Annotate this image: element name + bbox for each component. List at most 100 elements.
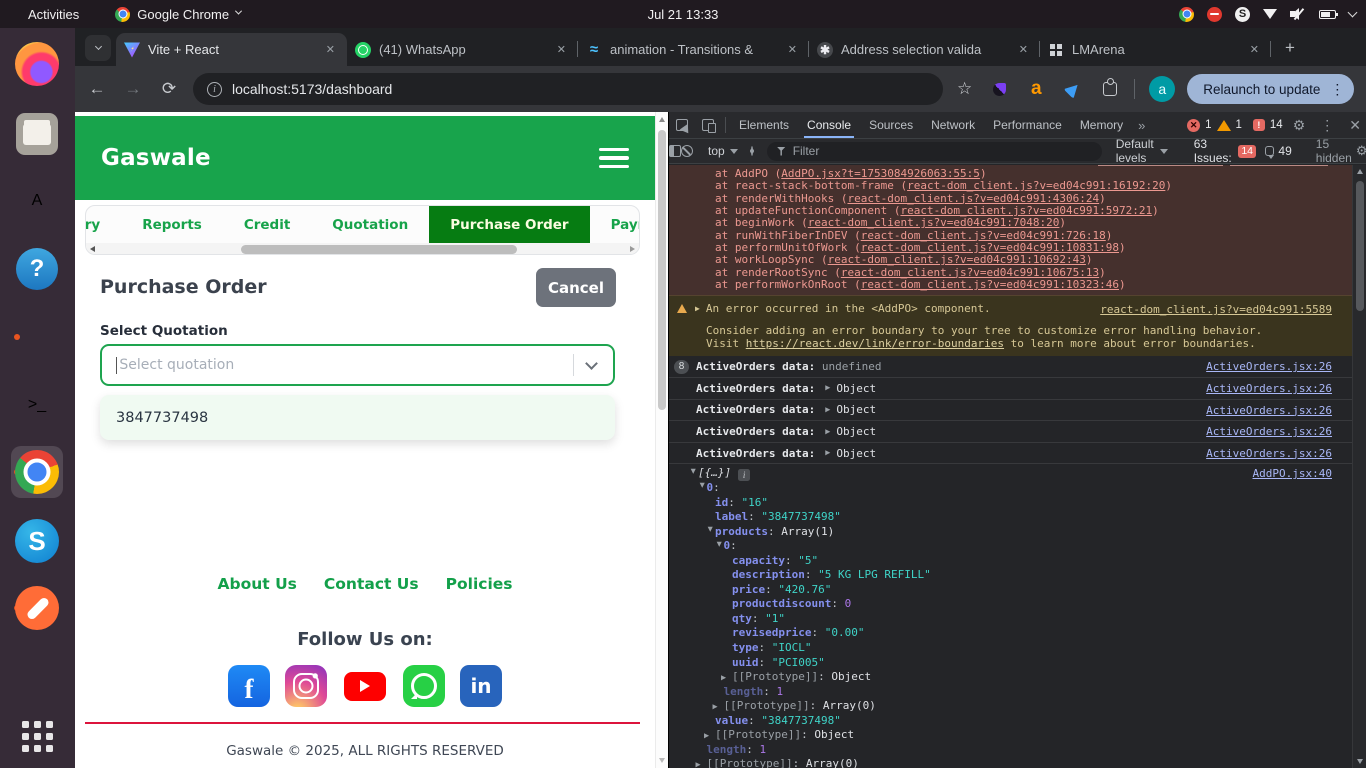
stack-source-link[interactable]: react-dom_client.js?v=ed04c991:7048:20	[808, 216, 1060, 229]
source-link[interactable]: ActiveOrders.jsx:26	[1206, 404, 1332, 417]
tree-row[interactable]: ▶products: Array(1)	[669, 525, 1353, 540]
relaunch-to-update-button[interactable]: Relaunch to update ⋮	[1187, 74, 1354, 104]
scroll-left-arrow[interactable]	[90, 246, 95, 252]
scroll-down-arrow[interactable]	[1357, 759, 1363, 764]
tree-row[interactable]: ▶0:	[669, 539, 1353, 554]
instagram-icon[interactable]	[285, 665, 327, 707]
nav-tab-tory[interactable]: tory	[85, 206, 121, 243]
stack-source-link[interactable]: react-dom_client.js?v=ed04c991:10831:98	[861, 241, 1119, 254]
dock-item-files[interactable]	[11, 108, 63, 160]
tree-row[interactable]: productdiscount: 0	[669, 597, 1353, 612]
devtools-tab-performance[interactable]: Performance	[984, 112, 1071, 138]
dock-item-help[interactable]: ?	[11, 243, 63, 295]
scrollbar-thumb[interactable]	[1356, 181, 1364, 311]
dock-item-firefox[interactable]	[11, 38, 63, 90]
tab-close-icon[interactable]: ✕	[784, 41, 801, 58]
stack-source-link[interactable]: react-dom_client.js?v=ed04c991:10323:46	[861, 278, 1119, 291]
tab-close-icon[interactable]: ✕	[1015, 41, 1032, 58]
log-levels-selector[interactable]: Default levels	[1116, 137, 1168, 165]
expand-arrow-icon[interactable]: ▶	[696, 758, 707, 768]
stack-source-link[interactable]: react-dom_client.js?v=ed04c991:726:18	[861, 229, 1106, 242]
stack-source-link[interactable]: react-dom_client.js?v=ed04c991:10675:13	[841, 266, 1099, 279]
browser-tab-1[interactable]: Vite + React✕	[116, 33, 347, 66]
console-settings-gear-icon[interactable]: ⚙	[1356, 143, 1366, 159]
object-token[interactable]: Object	[836, 382, 876, 395]
stack-source-link[interactable]: react-dom_client.js?v=ed04c991:5972:21	[900, 204, 1152, 217]
tree-row[interactable]: ▶[{…}]iAddPO.jsx:40	[669, 466, 1353, 481]
tab-close-icon[interactable]: ✕	[322, 41, 339, 58]
source-link[interactable]: ActiveOrders.jsx:26	[1206, 382, 1332, 395]
tree-row[interactable]: uuid: "PCI005"	[669, 656, 1353, 671]
context-selector[interactable]: top	[701, 144, 745, 158]
quotation-select[interactable]: Select quotation	[100, 344, 615, 386]
tree-row[interactable]: ▶0:	[669, 481, 1353, 496]
kebab-menu-icon[interactable]: ⋮	[1330, 81, 1344, 98]
scrollbar-thumb[interactable]	[241, 245, 518, 254]
stack-source-link[interactable]: react-dom_client.js?v=ed04c991:10692:43	[828, 253, 1086, 266]
device-toolbar-icon[interactable]	[695, 119, 721, 131]
alibaba-extension-icon[interactable]: a	[1026, 79, 1046, 99]
tree-row[interactable]: label: "3847737498"	[669, 510, 1353, 525]
close-devtools-icon[interactable]: ✕	[1344, 117, 1366, 134]
dock-item-software[interactable]: A	[11, 175, 63, 227]
dock-item-skype[interactable]: S	[11, 515, 63, 567]
devtools-tab-console[interactable]: Console	[798, 112, 860, 138]
hidden-messages[interactable]: 15 hidden	[1316, 137, 1352, 165]
stack-source-link[interactable]: react-dom_client.js?v=ed04c991:4306:24	[847, 192, 1099, 205]
live-expression-eye-icon[interactable]	[751, 146, 753, 156]
nav-tab-credit[interactable]: Credit	[223, 206, 311, 243]
activities-button[interactable]: Activities	[14, 7, 93, 22]
nav-tab-payment[interactable]: Payment	[590, 206, 640, 243]
tree-internal-row[interactable]: ▶[[Prototype]]: Object	[669, 670, 1353, 685]
forward-button[interactable]: →	[119, 75, 147, 103]
reload-button[interactable]: ⟳	[155, 75, 183, 103]
devtools-tab-network[interactable]: Network	[922, 112, 984, 138]
object-token[interactable]: Object	[836, 447, 876, 460]
hamburger-menu-icon[interactable]	[599, 148, 629, 169]
clock[interactable]: Jul 21 13:33	[648, 0, 719, 28]
app-menu[interactable]: Google Chrome	[115, 7, 241, 22]
issues-counter[interactable]: 63 Issues: 14 49	[1194, 137, 1292, 165]
expand-arrow-icon[interactable]: ▶	[695, 304, 700, 313]
footer-link-policies[interactable]: Policies	[446, 575, 513, 593]
nav-tab-purchase-order[interactable]: Purchase Order	[429, 206, 589, 243]
brand-logo[interactable]: Gaswale	[101, 145, 211, 171]
devtools-tab-sources[interactable]: Sources	[860, 112, 922, 138]
clear-console-icon[interactable]	[681, 145, 693, 157]
tree-internal-row[interactable]: ▶[[Prototype]]: Array(0)	[669, 757, 1353, 768]
chevron-down-icon[interactable]	[585, 357, 598, 370]
browser-tab-2[interactable]: (41) WhatsApp✕	[347, 33, 578, 66]
bookmark-star-icon[interactable]: ☆	[957, 79, 972, 99]
address-bar[interactable]: i localhost:5173/dashboard	[193, 73, 943, 105]
source-link[interactable]: ActiveOrders.jsx:26	[1206, 360, 1332, 373]
object-token[interactable]: Object	[836, 403, 876, 416]
expand-arrow-icon[interactable]: ▶	[685, 469, 700, 480]
extensions-puzzle-icon[interactable]	[1100, 79, 1120, 99]
devtools-tab-memory[interactable]: Memory	[1071, 112, 1132, 138]
browser-tab-4[interactable]: ✱Address selection valida✕	[809, 33, 1040, 66]
error-boundaries-link[interactable]: https://react.dev/link/error-boundaries	[746, 337, 1004, 350]
expand-arrow-icon[interactable]: ▶	[825, 448, 830, 458]
error-badge-icon[interactable]: ✕	[1187, 119, 1200, 132]
dock-item-chrome[interactable]	[11, 446, 63, 498]
site-info-icon[interactable]: i	[207, 82, 222, 97]
source-link[interactable]: ActiveOrders.jsx:26	[1206, 447, 1332, 460]
expand-arrow-icon[interactable]: ▶	[694, 483, 709, 494]
whatsapp-icon[interactable]	[403, 665, 445, 707]
settings-gear-icon[interactable]: ⚙	[1288, 117, 1311, 134]
tree-row[interactable]: length: 1	[669, 685, 1353, 700]
dock-item-terminal[interactable]: >_	[11, 379, 63, 431]
expand-arrow-icon[interactable]: ▶	[702, 527, 717, 538]
console-sidebar-icon[interactable]	[669, 145, 681, 157]
expand-arrow-icon[interactable]: ▶	[704, 729, 715, 744]
dock-item-vscode[interactable]	[11, 311, 63, 363]
scroll-right-arrow[interactable]	[630, 246, 635, 252]
tree-row[interactable]: revisedprice: "0.00"	[669, 626, 1353, 641]
source-link[interactable]: react-dom_client.js?v=ed04c991:5589	[1100, 303, 1332, 316]
expand-arrow-icon[interactable]: ▶	[825, 405, 830, 415]
source-link[interactable]: AddPO.jsx:40	[1253, 467, 1332, 482]
scrollbar-thumb[interactable]	[658, 130, 666, 410]
issues-badge-icon[interactable]: !	[1253, 119, 1265, 131]
nav-tab-quotation[interactable]: Quotation	[311, 206, 429, 243]
system-tray[interactable]: S	[1179, 0, 1356, 28]
